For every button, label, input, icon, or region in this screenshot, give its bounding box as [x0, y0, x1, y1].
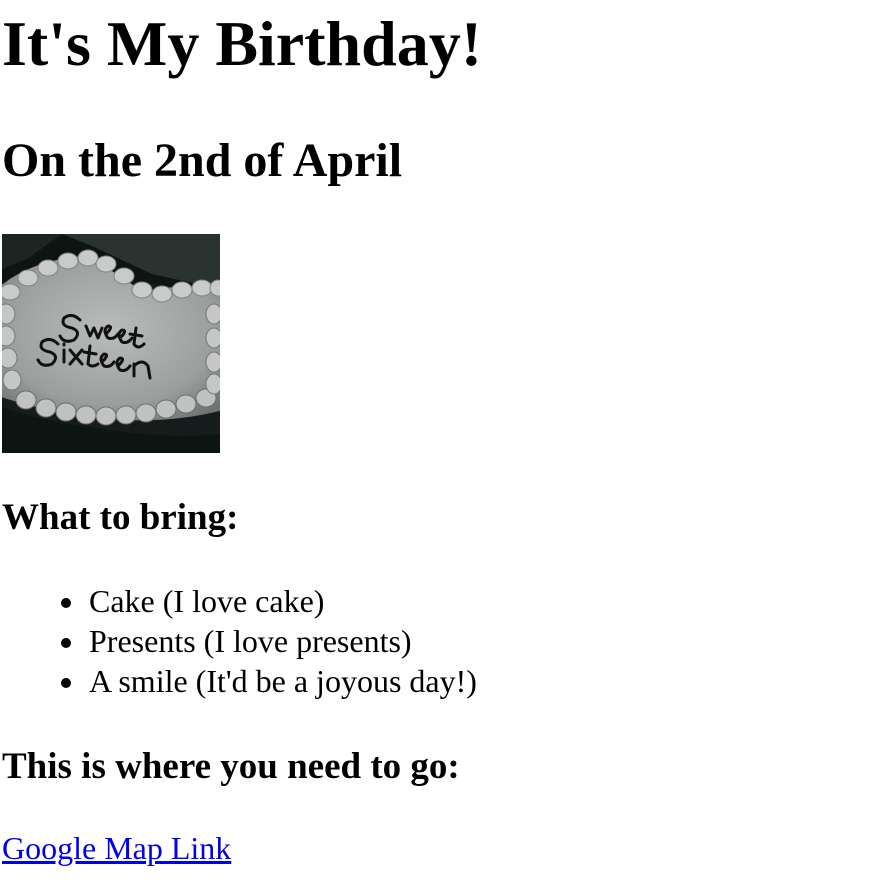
page-title: It's My Birthday!	[2, 8, 482, 79]
bullet-icon	[61, 598, 71, 608]
bullet-icon	[61, 638, 71, 648]
directions-heading: This is where you need to go:	[2, 746, 460, 787]
cake-image	[2, 234, 220, 453]
list-item-text: A smile (It'd be a joyous day!)	[89, 663, 477, 699]
google-map-link[interactable]: Google Map Link	[2, 828, 231, 868]
bring-list: Cake (I love cake) Presents (I love pres…	[0, 581, 477, 701]
list-item: Cake (I love cake)	[0, 581, 477, 621]
list-item: A smile (It'd be a joyous day!)	[0, 661, 477, 701]
list-item: Presents (I love presents)	[0, 621, 477, 661]
cake-photo	[2, 234, 220, 453]
list-item-text: Cake (I love cake)	[89, 583, 325, 619]
bullet-icon	[61, 678, 71, 688]
list-item-text: Presents (I love presents)	[89, 623, 412, 659]
bring-heading: What to bring:	[2, 497, 239, 538]
page-subtitle: On the 2nd of April	[2, 134, 403, 187]
